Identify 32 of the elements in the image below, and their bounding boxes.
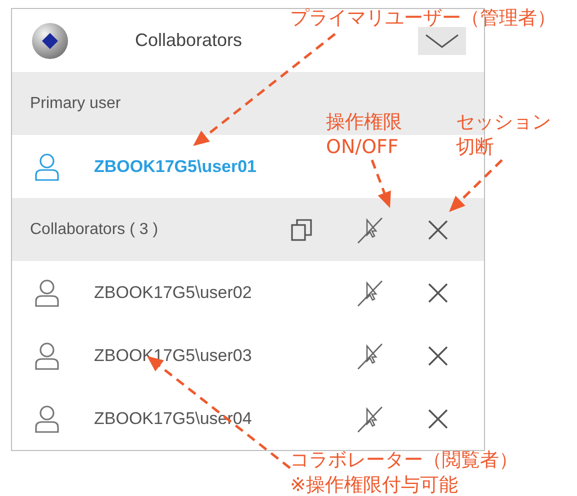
annotation-text: プライマリユーザー（管理者） bbox=[290, 6, 556, 31]
logo-icon bbox=[31, 22, 69, 60]
primary-user-name: ZBOOK17G5\user01 bbox=[94, 156, 257, 176]
chevron-down-icon bbox=[424, 32, 460, 50]
annotation-arrow bbox=[370, 160, 391, 208]
close-icon bbox=[427, 344, 449, 366]
cursor-off-icon bbox=[356, 216, 384, 244]
annotation-text: セッション bbox=[456, 110, 551, 135]
annotation-text: ※操作権限付与可能 bbox=[290, 473, 458, 496]
user-icon bbox=[34, 278, 60, 306]
section-label: Collaborators ( 3 ) bbox=[30, 220, 158, 238]
collaborator-name: ZBOOK17G5\user03 bbox=[94, 346, 252, 366]
copy-icon bbox=[290, 218, 314, 242]
panel-title: Collaborators bbox=[135, 30, 244, 51]
annotation-text: 操作権限 bbox=[326, 110, 402, 135]
collaborator-name: ZBOOK17G5\user02 bbox=[94, 282, 252, 302]
close-icon bbox=[427, 408, 449, 430]
collaborator-name: ZBOOK17G5\user04 bbox=[94, 408, 252, 428]
cursor-off-icon bbox=[356, 278, 384, 306]
user-icon bbox=[34, 404, 60, 432]
annotation-text: コラボレーター（閲覧者） bbox=[290, 448, 518, 473]
user-icon bbox=[34, 342, 60, 370]
cursor-off-icon bbox=[356, 342, 384, 370]
collapse-button[interactable] bbox=[418, 26, 466, 54]
annotation-arrow bbox=[449, 159, 503, 212]
section-label: Primary user bbox=[30, 94, 121, 112]
annotation-text: 切断 bbox=[456, 135, 494, 160]
annotation-text: ON/OFF bbox=[326, 135, 398, 160]
close-icon bbox=[427, 282, 449, 304]
close-icon bbox=[427, 218, 449, 240]
cursor-off-icon bbox=[356, 404, 384, 432]
user-icon bbox=[34, 152, 60, 180]
